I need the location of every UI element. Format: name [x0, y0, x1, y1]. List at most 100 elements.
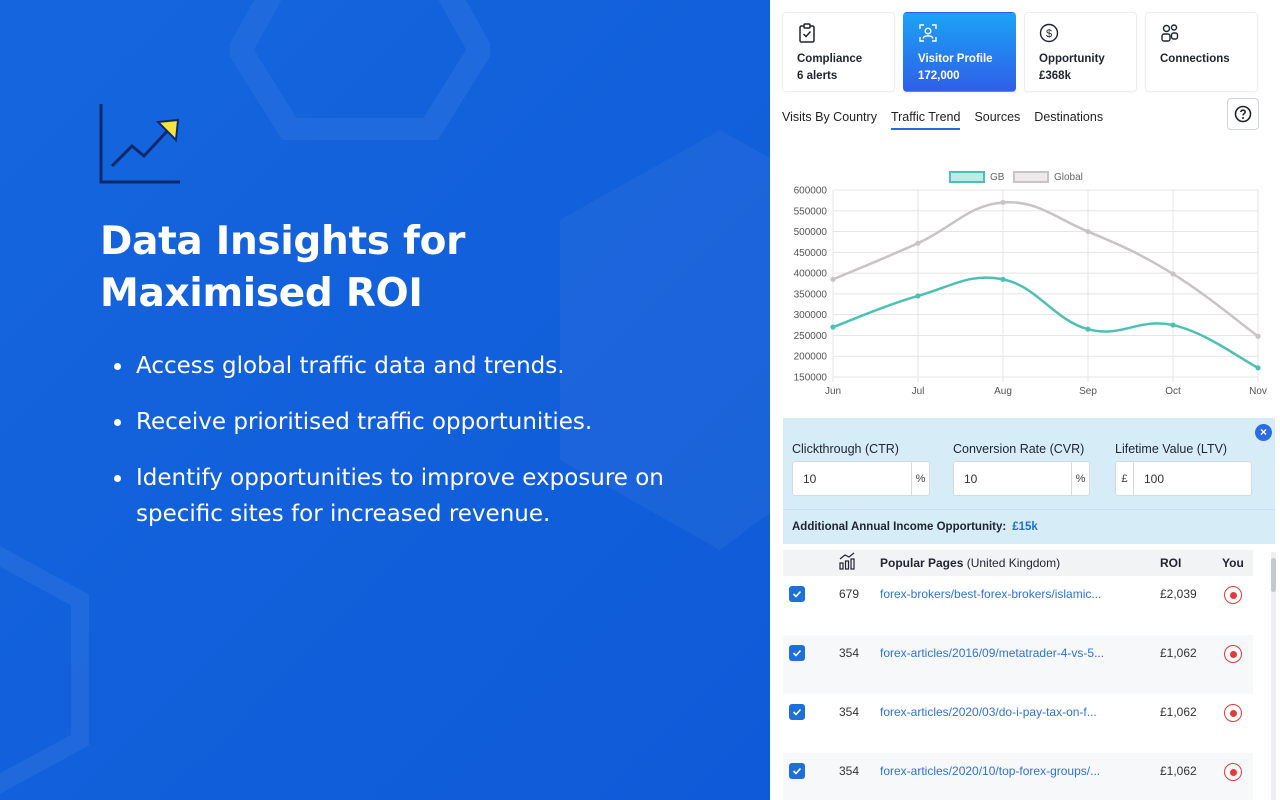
tab-destinations[interactable]: Destinations — [1034, 110, 1103, 130]
record-icon[interactable] — [1224, 645, 1242, 663]
cvr-field: Conversion Rate (CVR) 10 % — [953, 442, 1090, 496]
percent-suffix: % — [911, 462, 929, 495]
ctr-input[interactable]: 10 — [793, 472, 911, 486]
y-tick-label: 200000 — [794, 352, 828, 363]
headline-line-2: Maximised ROI — [100, 271, 423, 316]
help-button[interactable] — [1227, 98, 1259, 130]
scrollbar-thumb[interactable] — [1271, 558, 1276, 592]
y-tick-label: 500000 — [794, 227, 828, 238]
y-tick-label: 350000 — [794, 289, 828, 300]
y-tick-label: 550000 — [794, 206, 828, 217]
header-roi: ROI — [1160, 556, 1182, 570]
series-line-global — [832, 201, 1259, 338]
row-checkbox[interactable] — [789, 645, 805, 661]
feature-list: Access global traffic data and trends. R… — [112, 348, 672, 552]
x-tick-label: Jun — [825, 386, 841, 397]
line-chart: 600000 550000 500000 450000 400000 350000 3000… — [794, 171, 1267, 397]
header-pages: Popular Pages — [880, 556, 964, 570]
traffic-trend-chart: 600000 550000 500000 450000 400000 350000 3000… — [780, 146, 1280, 416]
card-title: Connections — [1160, 53, 1230, 65]
summary-cards: Compliance 6 alerts Visitor Profile 172,… — [782, 12, 1258, 92]
data-point — [1170, 322, 1176, 328]
series-line-gb — [832, 276, 1259, 369]
data-point — [1255, 365, 1261, 371]
legend-label: GB — [990, 172, 1005, 183]
tab-sources[interactable]: Sources — [974, 110, 1020, 130]
legend-swatch — [949, 171, 985, 183]
data-point — [1000, 199, 1006, 206]
card-opportunity[interactable]: $ Opportunity £368k — [1024, 12, 1137, 92]
ltv-input[interactable]: 100 — [1134, 472, 1251, 486]
data-point — [1255, 333, 1261, 339]
ctr-input-box: 10 % — [792, 461, 930, 496]
close-icon[interactable]: × — [1255, 424, 1272, 441]
feature-item: Identify opportunities to improve exposu… — [112, 460, 672, 532]
card-visitor-profile[interactable]: Visitor Profile 172,000 — [903, 12, 1016, 92]
data-point — [915, 240, 921, 246]
x-tick-label: Sep — [1079, 386, 1097, 397]
hexagon-decoration — [0, 546, 89, 794]
people-icon — [1161, 24, 1179, 42]
row-count: 354 — [839, 646, 860, 660]
row-roi: £2,039 — [1160, 587, 1197, 601]
percent-suffix: % — [1071, 462, 1089, 495]
record-icon[interactable] — [1224, 586, 1242, 604]
row-page-link[interactable]: forex-brokers/best-forex-brokers/islamic… — [880, 587, 1101, 601]
hexagon-decoration — [230, 0, 490, 140]
row-page-link[interactable]: forex-articles/2020/03/do-i-pay-tax-on-f… — [880, 705, 1097, 719]
card-value: £368k — [1039, 70, 1071, 82]
x-tick-label: Oct — [1165, 386, 1181, 397]
income-opportunity: Additional Annual Income Opportunity: £1… — [783, 509, 1275, 544]
bar-chart-icon — [839, 552, 855, 570]
row-count: 679 — [839, 587, 860, 601]
record-icon[interactable] — [1224, 763, 1242, 781]
tab-traffic-trend[interactable]: Traffic Trend — [890, 110, 961, 130]
ltv-label: Lifetime Value (LTV) — [1115, 442, 1228, 456]
y-tick-label: 250000 — [794, 331, 828, 342]
card-title: Opportunity — [1039, 53, 1105, 65]
extension-panel: Compliance 6 alerts Visitor Profile 172,… — [770, 0, 1280, 800]
cvr-input-box: 10 % — [953, 461, 1090, 496]
ltv-field: Lifetime Value (LTV) £ 100 — [1115, 442, 1252, 496]
card-connections[interactable]: Connections — [1145, 12, 1258, 92]
card-value: 6 alerts — [797, 70, 838, 82]
record-icon[interactable] — [1224, 704, 1242, 722]
table-header: Popular Pages (United Kingdom) ROI You — [783, 550, 1253, 576]
income-label: Additional Annual Income Opportunity: — [792, 521, 1007, 533]
scrollbar[interactable] — [1271, 552, 1276, 800]
user-icon — [919, 24, 937, 42]
data-point — [1085, 326, 1091, 332]
row-count: 354 — [839, 764, 860, 778]
svg-text:$: $ — [1046, 28, 1052, 40]
row-checkbox[interactable] — [789, 586, 805, 602]
headline-line-1: Data Insights for — [100, 219, 466, 264]
row-roi: £1,062 — [1160, 705, 1197, 719]
cvr-input[interactable]: 10 — [954, 472, 1071, 486]
row-checkbox[interactable] — [789, 763, 805, 779]
table-row: 354 forex-articles/2016/09/metatrader-4-… — [783, 635, 1253, 694]
ctr-field: Clickthrough (CTR) 10 % — [792, 442, 930, 496]
y-tick-label: 600000 — [794, 186, 828, 197]
card-value: 172,000 — [918, 70, 960, 82]
row-checkbox[interactable] — [789, 704, 805, 720]
y-tick-label: 400000 — [794, 269, 828, 280]
data-point — [1170, 271, 1176, 277]
tab-bar: Visits By Country Traffic Trend Sources … — [782, 110, 1103, 130]
card-compliance[interactable]: Compliance 6 alerts — [782, 12, 895, 92]
row-count: 354 — [839, 705, 860, 719]
promo-section: Data Insights for Maximised ROI Access g… — [0, 0, 770, 800]
cvr-label: Conversion Rate (CVR) — [953, 442, 1085, 456]
row-page-link[interactable]: forex-articles/2020/10/top-forex-groups/… — [880, 764, 1100, 778]
row-page-link[interactable]: forex-articles/2016/09/metatrader-4-vs-5… — [880, 646, 1104, 660]
card-title: Compliance — [797, 53, 863, 65]
ctr-label: Clickthrough (CTR) — [792, 442, 899, 456]
tab-visits-by-country[interactable]: Visits By Country — [782, 110, 877, 130]
y-tick-label: 450000 — [794, 248, 828, 259]
header-you: You — [1222, 556, 1244, 570]
question-icon — [1234, 105, 1252, 123]
legend-label: Global — [1054, 172, 1083, 183]
ltv-input-box: £ 100 — [1115, 461, 1252, 496]
data-point — [830, 324, 836, 330]
x-tick-label: Nov — [1249, 386, 1267, 397]
check-icon — [792, 590, 802, 598]
